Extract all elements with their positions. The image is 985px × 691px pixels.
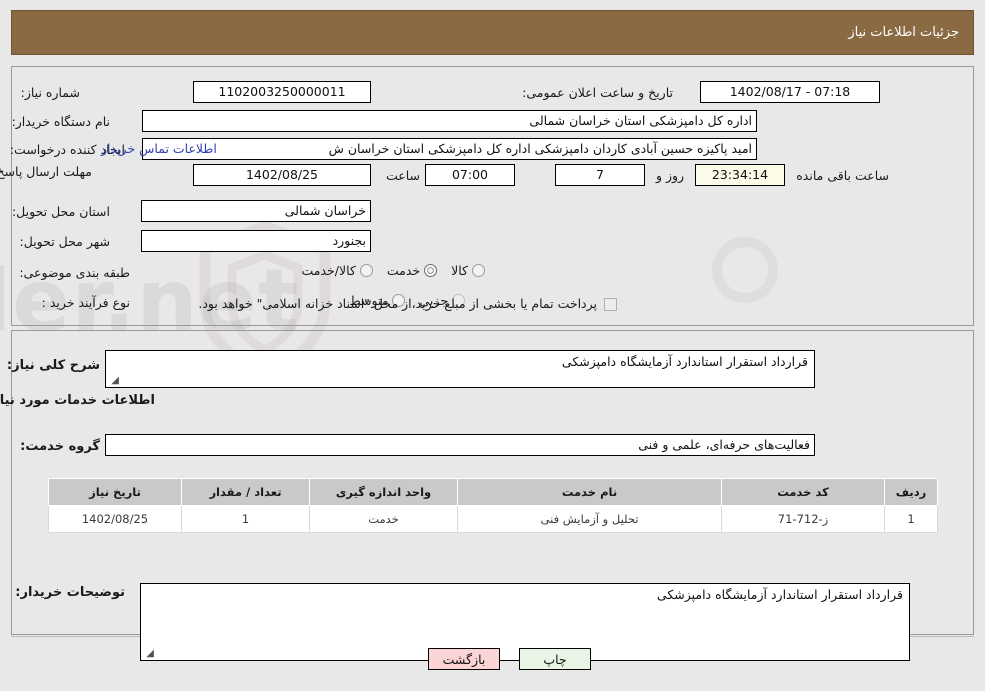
- table-row[interactable]: 1 ز-712-71 تحلیل و آزمایش فنی خدمت 1 140…: [48, 505, 938, 533]
- cell-row: 1: [884, 505, 938, 533]
- province-field[interactable]: خراسان شمالی: [141, 200, 371, 222]
- treasury-checkbox[interactable]: [604, 298, 617, 311]
- print-button[interactable]: چاپ: [519, 648, 591, 670]
- treasury-checkbox-label: پرداخت تمام یا بخشی از مبلغ خرید،از محل …: [198, 296, 597, 311]
- need-number-field[interactable]: 1102003250000011: [193, 81, 371, 103]
- services-table-header-row: ردیف کد خدمت نام خدمت واحد اندازه گیری ت…: [48, 478, 938, 506]
- buyer-notes-label: توضیحات خریدار:: [15, 585, 125, 600]
- radio-category-kala-label: کالا: [451, 263, 468, 278]
- col-need-date: تاریخ نیاز: [48, 478, 182, 506]
- service-group-field[interactable]: فعالیت‌های حرفه‌ای، علمی و فنی: [105, 434, 815, 456]
- treasury-checkbox-wrap: [604, 294, 617, 313]
- city-field[interactable]: بجنورد: [141, 230, 371, 252]
- radio-category-khedmat[interactable]: [424, 264, 438, 277]
- col-unit: واحد اندازه گیری: [309, 478, 458, 506]
- buyer-org-label: نام دستگاه خریدار:: [11, 114, 110, 129]
- need-summary-label: شرح کلی نیاز:: [6, 358, 100, 373]
- page-header: جزئیات اطلاعات نیاز: [11, 10, 974, 55]
- resize-grip-icon[interactable]: ◢: [109, 376, 119, 386]
- announce-datetime-label: تاریخ و ساعت اعلان عمومی:: [522, 85, 673, 100]
- cell-unit: خدمت: [309, 505, 458, 533]
- service-group-label: گروه خدمت:: [20, 439, 100, 454]
- hour-label: ساعت: [385, 168, 420, 183]
- page-title: جزئیات اطلاعات نیاز: [848, 25, 959, 40]
- days-and-label: روز و: [655, 168, 685, 183]
- services-heading: اطلاعات خدمات مورد نیاز: [0, 393, 155, 408]
- services-table: ردیف کد خدمت نام خدمت واحد اندازه گیری ت…: [48, 478, 938, 533]
- category-radio-group: کالا خدمت کالا/خدمت: [292, 263, 485, 278]
- remaining-timer-field: 23:34:14: [695, 164, 785, 186]
- city-label: شهر محل تحویل:: [19, 234, 110, 249]
- need-info-panel: [11, 66, 974, 326]
- radio-category-kala-khedmat[interactable]: [359, 264, 373, 277]
- cell-need-date: 1402/08/25: [48, 505, 182, 533]
- requester-field[interactable]: امید پاکیزه حسین آبادی کاردان دامپزشکی ا…: [142, 138, 757, 160]
- announce-datetime-field[interactable]: 1402/08/17 - 07:18: [700, 81, 880, 103]
- province-label: استان محل تحویل:: [11, 204, 110, 219]
- deadline-date-field[interactable]: 1402/08/25: [193, 164, 371, 186]
- resize-grip-icon-notes[interactable]: ◢: [144, 649, 154, 659]
- col-row: ردیف: [884, 478, 938, 506]
- need-summary-value: قرارداد استقرار استاندارد آزمایشگاه دامپ…: [561, 354, 808, 369]
- cell-name: تحلیل و آزمایش فنی: [457, 505, 722, 533]
- days-field[interactable]: 7: [555, 164, 645, 186]
- back-button[interactable]: بازگشت: [428, 648, 500, 670]
- buyer-org-field[interactable]: اداره کل دامپزشکی استان خراسان شمالی: [142, 110, 757, 132]
- radio-category-kala[interactable]: [472, 264, 485, 277]
- cell-quantity: 1: [181, 505, 310, 533]
- col-quantity: تعداد / مقدار: [181, 478, 310, 506]
- radio-category-khedmat-label: خدمت: [386, 263, 421, 278]
- col-code: کد خدمت: [721, 478, 885, 506]
- buyer-contact-link[interactable]: اطلاعات تماس خریدار: [101, 141, 217, 156]
- page-root: AriaTender.net جزئیات اطلاعات نیاز شماره…: [0, 0, 985, 691]
- col-name: نام خدمت: [457, 478, 722, 506]
- need-number-label: شماره نیاز:: [20, 85, 80, 100]
- cell-code: ز-712-71: [721, 505, 885, 533]
- radio-category-kala-khedmat-label: کالا/خدمت: [301, 263, 356, 278]
- buyer-notes-value: قرارداد استقرار استاندارد آزمایشگاه دامپ…: [656, 587, 903, 602]
- deadline-label: مهلت ارسال پاسخ: تا تاریخ:: [0, 164, 92, 179]
- hour-field[interactable]: 07:00: [425, 164, 515, 186]
- process-label: نوع فرآیند خرید :: [41, 295, 130, 310]
- category-label: طبقه بندی موضوعی:: [19, 265, 130, 280]
- need-summary-textarea[interactable]: قرارداد استقرار استاندارد آزمایشگاه دامپ…: [105, 350, 815, 388]
- remaining-label: ساعت باقی مانده: [796, 168, 889, 183]
